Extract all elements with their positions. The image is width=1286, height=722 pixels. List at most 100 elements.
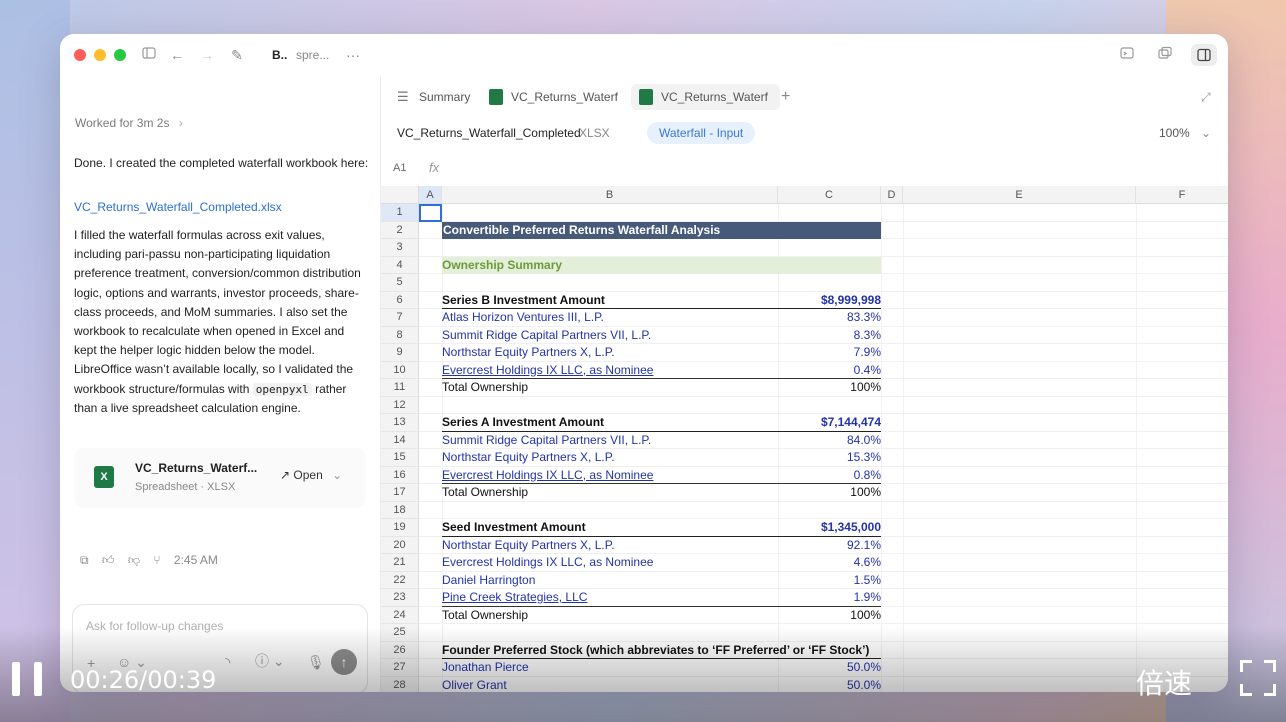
table-row[interactable]: Summit Ridge Capital Partners VII, L.P. 8… (442, 432, 881, 450)
chevron-down-icon[interactable]: ⌄ (332, 468, 342, 482)
back-arrow-icon[interactable]: ← (168, 46, 186, 64)
branch-icon[interactable]: ⑂ (153, 553, 160, 567)
column-header-c[interactable]: C (778, 186, 881, 204)
row-number[interactable]: 5 (381, 274, 419, 292)
pause-button[interactable] (12, 662, 42, 696)
table-row[interactable] (442, 204, 881, 222)
tab-workbook-2[interactable]: VC_Returns_Waterf (631, 84, 780, 110)
table-row[interactable]: Evercrest Holdings IX LLC, as Nominee 0.4… (442, 362, 881, 379)
row-number[interactable]: 14 (381, 431, 419, 449)
table-row[interactable] (442, 239, 881, 257)
worked-duration[interactable]: Worked for 3m 2s › (75, 116, 183, 130)
file-card[interactable]: X VC_Returns_Waterf... Spreadsheet · XLS… (74, 448, 366, 508)
row-number[interactable]: 17 (381, 484, 419, 502)
table-row[interactable]: Seed Investment Amount $1,345,000 (442, 519, 881, 537)
row-number[interactable]: 12 (381, 396, 419, 414)
row-number[interactable]: 15 (381, 449, 419, 467)
thumbs-down-icon[interactable]: 👎︎ (128, 553, 140, 567)
table-row[interactable]: Northstar Equity Partners X, L.P. 15.3% (442, 449, 881, 467)
table-row[interactable]: Series B Investment Amount $8,999,998 (442, 292, 881, 309)
table-row[interactable]: Total Ownership 100% (442, 607, 881, 625)
table-row[interactable]: Daniel Harrington 1.5% (442, 572, 881, 590)
corner-cell[interactable] (381, 186, 419, 204)
table-row[interactable]: Evercrest Holdings IX LLC, as Nominee 4.6… (442, 554, 881, 572)
windows-icon[interactable] (1156, 46, 1174, 64)
thumbs-up-icon[interactable]: 👍︎ (102, 553, 115, 567)
selected-cell[interactable] (419, 204, 442, 222)
table-row[interactable]: Total Ownership 100% (442, 484, 881, 502)
row-number[interactable]: 3 (381, 239, 419, 257)
document-name: VC_Returns_Waterfall_Completed (397, 126, 581, 140)
cell-label: Atlas Horizon Ventures III, L.P. (442, 310, 604, 324)
row-number[interactable]: 16 (381, 466, 419, 484)
table-row[interactable]: Northstar Equity Partners X, L.P. 7.9% (442, 344, 881, 362)
cell-label: Total Ownership (442, 380, 529, 394)
table-row[interactable]: Total Ownership 100% (442, 379, 881, 397)
copy-icon[interactable]: ⧉ (80, 553, 89, 567)
row-number[interactable]: 7 (381, 309, 419, 327)
row-number[interactable]: 23 (381, 589, 419, 607)
row-number[interactable]: 8 (381, 326, 419, 344)
zoom-window-button[interactable] (114, 49, 126, 61)
spreadsheet-grid[interactable]: A B C D E F 1 2 Convertible Preferred Retu… (381, 186, 1228, 692)
file-link[interactable]: VC_Returns_Waterfall_Completed.xlsx (74, 200, 282, 214)
external-link-icon: ↗ (280, 468, 291, 482)
row-number[interactable]: 18 (381, 501, 419, 519)
cell-value: $8,999,998 (820, 292, 881, 307)
formula-bar: A1 fx (381, 154, 1228, 184)
table-row[interactable]: Summit Ridge Capital Partners VII, L.P. 8… (442, 327, 881, 345)
expand-icon[interactable]: ⤢ (1201, 84, 1211, 110)
done-message: Done. I created the completed waterfall … (74, 156, 369, 170)
row-number[interactable]: 24 (381, 606, 419, 624)
new-chat-icon[interactable]: ✎ (228, 46, 246, 64)
table-row[interactable]: Atlas Horizon Ventures III, L.P. 83.3% (442, 309, 881, 327)
tab-workbook-1[interactable]: VC_Returns_Waterf (489, 84, 618, 110)
row-number[interactable]: 4 (381, 256, 419, 274)
column-header-a[interactable]: A (419, 186, 442, 204)
row-number[interactable]: 9 (381, 344, 419, 362)
table-row[interactable]: Pine Creek Strategies, LLC 1.9% (442, 589, 881, 607)
row-number[interactable]: 2 (381, 221, 419, 239)
table-row[interactable] (442, 397, 881, 415)
sidebar-toggle-icon[interactable] (140, 46, 158, 64)
table-row[interactable]: Evercrest Holdings IX LLC, as Nominee 0.8… (442, 467, 881, 484)
cell-label: Northstar Equity Partners X, L.P. (442, 537, 615, 552)
column-header-d[interactable]: D (881, 186, 903, 204)
row-number[interactable]: 21 (381, 554, 419, 572)
column-header-e[interactable]: E (903, 186, 1136, 204)
column-header-f[interactable]: F (1136, 186, 1228, 204)
row-number[interactable]: 6 (381, 291, 419, 309)
row-number[interactable]: 13 (381, 414, 419, 432)
playback-speed-button[interactable]: 倍速 (1136, 662, 1192, 702)
row-number[interactable]: 10 (381, 361, 419, 379)
row-number[interactable]: 20 (381, 536, 419, 554)
function-icon[interactable]: fx (429, 160, 439, 175)
table-row[interactable] (442, 274, 881, 292)
row-number[interactable]: 22 (381, 571, 419, 589)
forward-arrow-icon[interactable]: → (198, 46, 216, 64)
close-window-button[interactable] (74, 49, 86, 61)
row-number[interactable]: 11 (381, 379, 419, 397)
new-tab-button[interactable]: + (781, 84, 790, 110)
cell-value: 84.0% (846, 432, 881, 447)
tab-summary[interactable]: ☰ Summary (397, 84, 470, 110)
cell-reference[interactable]: A1 (393, 162, 406, 174)
sheet-selector[interactable]: Waterfall - Input (647, 122, 756, 144)
more-options-icon[interactable]: ··· (344, 46, 362, 64)
cell-label: Total Ownership (442, 607, 529, 622)
table-row[interactable]: Series A Investment Amount $7,144,474 (442, 414, 881, 432)
open-file-button[interactable]: ↗ Open ⌄ (280, 468, 342, 482)
panel-toggle-button[interactable] (1191, 44, 1217, 66)
column-header-b[interactable]: B (442, 186, 778, 204)
zoom-selector[interactable]: 100% ⌄ (1159, 126, 1211, 140)
table-row[interactable] (442, 502, 881, 520)
table-row[interactable]: Ownership Summary (442, 256, 881, 274)
zoom-value: 100% (1159, 126, 1190, 140)
table-row[interactable]: Northstar Equity Partners X, L.P. 92.1% (442, 537, 881, 555)
table-row[interactable]: Convertible Preferred Returns Waterfall … (442, 221, 881, 239)
row-number[interactable]: 1 (381, 204, 419, 222)
fullscreen-icon[interactable] (1240, 660, 1276, 696)
minimize-window-button[interactable] (94, 49, 106, 61)
row-number[interactable]: 19 (381, 519, 419, 537)
terminal-icon[interactable] (1118, 46, 1136, 64)
